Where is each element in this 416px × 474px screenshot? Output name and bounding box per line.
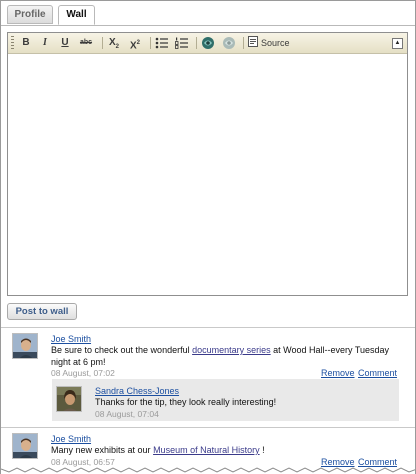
subscript-mark: 2 — [115, 44, 119, 50]
subscript-icon[interactable]: X2 — [106, 35, 122, 51]
reply-box: Sandra Chess-Jones Thanks for the tip, t… — [52, 379, 399, 421]
editor-toolbar: B I U abc X2 X2 Source ▲ — [8, 33, 407, 54]
torn-edge — [1, 467, 415, 474]
post-to-wall-button[interactable]: Post to wall — [7, 303, 77, 320]
documentary-series-link[interactable]: documentary series — [192, 345, 271, 355]
bulleted-list-icon[interactable] — [154, 35, 170, 51]
editor-text-area[interactable] — [8, 54, 407, 295]
italic-icon[interactable]: I — [37, 35, 53, 51]
numbered-list-icon[interactable] — [174, 35, 190, 51]
superscript-base: X — [129, 40, 137, 52]
post-text: Be sure to check out the wonderful — [51, 345, 193, 355]
toolbar-separator — [196, 37, 197, 49]
post-author-link[interactable]: Joe Smith — [51, 334, 91, 344]
source-label: Source — [261, 38, 290, 48]
wall-panel: Profile Wall B I U abc X2 X2 Source ▲ Po… — [0, 0, 416, 474]
tab-bar: Profile Wall — [1, 1, 415, 26]
avatar — [56, 386, 82, 412]
tab-wall[interactable]: Wall — [58, 5, 95, 25]
source-button[interactable]: Source — [248, 35, 300, 51]
superscript-mark: 2 — [136, 40, 140, 46]
remove-link[interactable]: Remove — [321, 368, 355, 378]
strikethrough-icon[interactable]: abc — [78, 35, 94, 51]
toolbar-separator — [243, 37, 244, 49]
underline-icon[interactable]: U — [57, 35, 73, 51]
toolbar-separator — [102, 37, 103, 49]
collapse-toolbar-icon[interactable]: ▲ — [392, 38, 403, 49]
museum-link[interactable]: Museum of Natural History — [153, 445, 260, 455]
toolbar-separator — [150, 37, 151, 49]
reply-timestamp: 08 August, 07:04 — [95, 409, 159, 419]
avatar — [12, 333, 38, 359]
tab-profile[interactable]: Profile — [7, 5, 53, 24]
post-text: ! — [259, 445, 265, 455]
link-icon[interactable] — [200, 35, 216, 51]
toolbar-grip-icon[interactable] — [11, 36, 14, 49]
post-message: Many new exhibits at our Museum of Natur… — [51, 444, 396, 456]
reply-message: Thanks for the tip, they look really int… — [95, 397, 277, 407]
subscript-base: X — [108, 37, 116, 48]
source-icon — [248, 36, 258, 47]
post-text: Many new exhibits at our — [51, 445, 154, 455]
divider — [1, 327, 415, 328]
divider — [1, 427, 415, 428]
post-author-link[interactable]: Joe Smith — [51, 434, 91, 444]
rich-text-editor: B I U abc X2 X2 Source ▲ — [7, 32, 408, 296]
post-message: Be sure to check out the wonderful docum… — [51, 344, 396, 368]
comment-link[interactable]: Comment — [358, 368, 397, 378]
bold-icon[interactable]: B — [18, 35, 34, 51]
reply-author-link[interactable]: Sandra Chess-Jones — [95, 386, 179, 396]
avatar — [12, 433, 38, 459]
superscript-icon[interactable]: X2 — [127, 35, 143, 51]
unlink-icon[interactable] — [221, 35, 237, 51]
post-timestamp: 08 August, 07:02 — [51, 368, 115, 378]
